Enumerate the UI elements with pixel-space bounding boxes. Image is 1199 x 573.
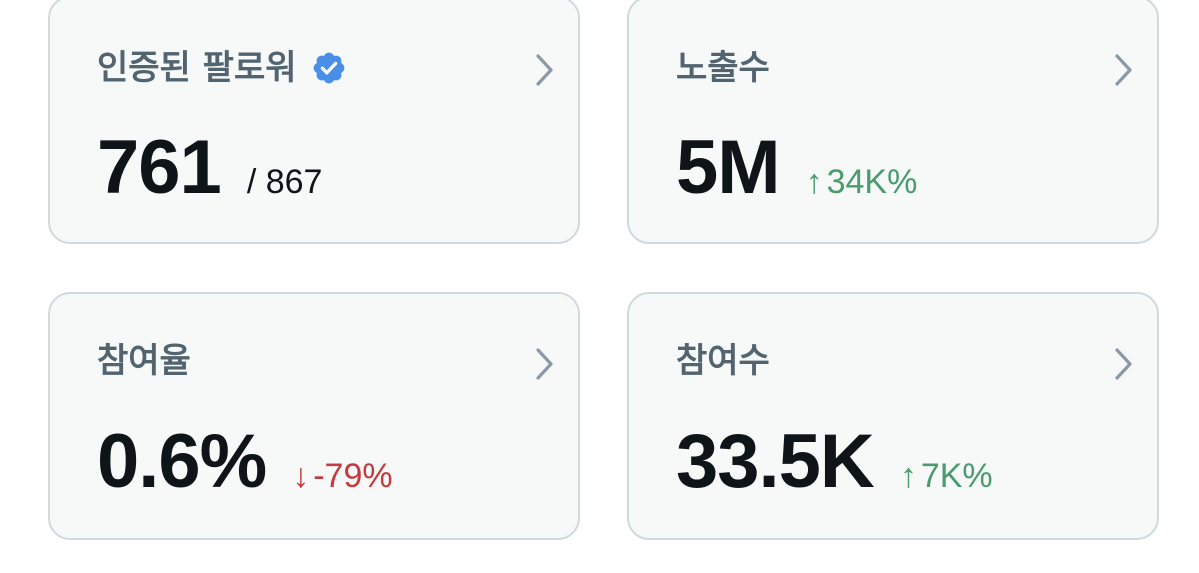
card-title-text: 노출수 bbox=[676, 48, 770, 88]
engagement-rate-card[interactable]: 참여율 0.6% ↓ -79% bbox=[48, 292, 580, 540]
metric-value: 0.6% bbox=[97, 419, 267, 504]
chevron-right-icon[interactable] bbox=[534, 346, 556, 382]
metric-row: 5M ↑ 34K% bbox=[676, 126, 917, 210]
verified-badge-icon bbox=[311, 50, 347, 86]
chevron-right-icon[interactable] bbox=[1113, 52, 1135, 88]
metric-change: ↓ -79% bbox=[292, 457, 392, 496]
verified-followers-card[interactable]: 인증된 팔로워 761 / 867 bbox=[48, 0, 580, 244]
card-title: 인증된 팔로워 bbox=[97, 46, 347, 90]
metric-total: / 867 bbox=[246, 163, 323, 201]
card-title-text: 참여율 bbox=[97, 341, 191, 381]
chevron-right-icon[interactable] bbox=[1113, 346, 1135, 382]
change-value: -79% bbox=[313, 457, 393, 495]
arrow-down-icon: ↓ bbox=[292, 457, 310, 495]
card-title: 참여수 bbox=[676, 339, 770, 383]
metric-row: 761 / 867 bbox=[97, 126, 322, 210]
card-title: 노출수 bbox=[676, 46, 770, 90]
change-value: 34K% bbox=[826, 163, 918, 201]
change-value: 7K% bbox=[920, 457, 993, 495]
metric-change: ↑ 7K% bbox=[900, 457, 993, 496]
card-title-text: 참여수 bbox=[676, 341, 770, 381]
impressions-card[interactable]: 노출수 5M ↑ 34K% bbox=[627, 0, 1159, 244]
metric-value: 5M bbox=[676, 125, 781, 210]
chevron-right-icon[interactable] bbox=[534, 52, 556, 88]
engagements-card[interactable]: 참여수 33.5K ↑ 7K% bbox=[627, 292, 1159, 540]
metric-row: 33.5K ↑ 7K% bbox=[676, 420, 993, 504]
arrow-up-icon: ↑ bbox=[805, 163, 823, 201]
arrow-up-icon: ↑ bbox=[899, 457, 917, 495]
metric-value: 761 bbox=[97, 125, 222, 210]
card-title: 참여율 bbox=[97, 339, 191, 383]
metric-change: ↑ 34K% bbox=[806, 163, 918, 202]
card-title-text: 인증된 팔로워 bbox=[97, 48, 297, 88]
metric-row: 0.6% ↓ -79% bbox=[97, 420, 393, 504]
metric-value: 33.5K bbox=[676, 419, 875, 504]
